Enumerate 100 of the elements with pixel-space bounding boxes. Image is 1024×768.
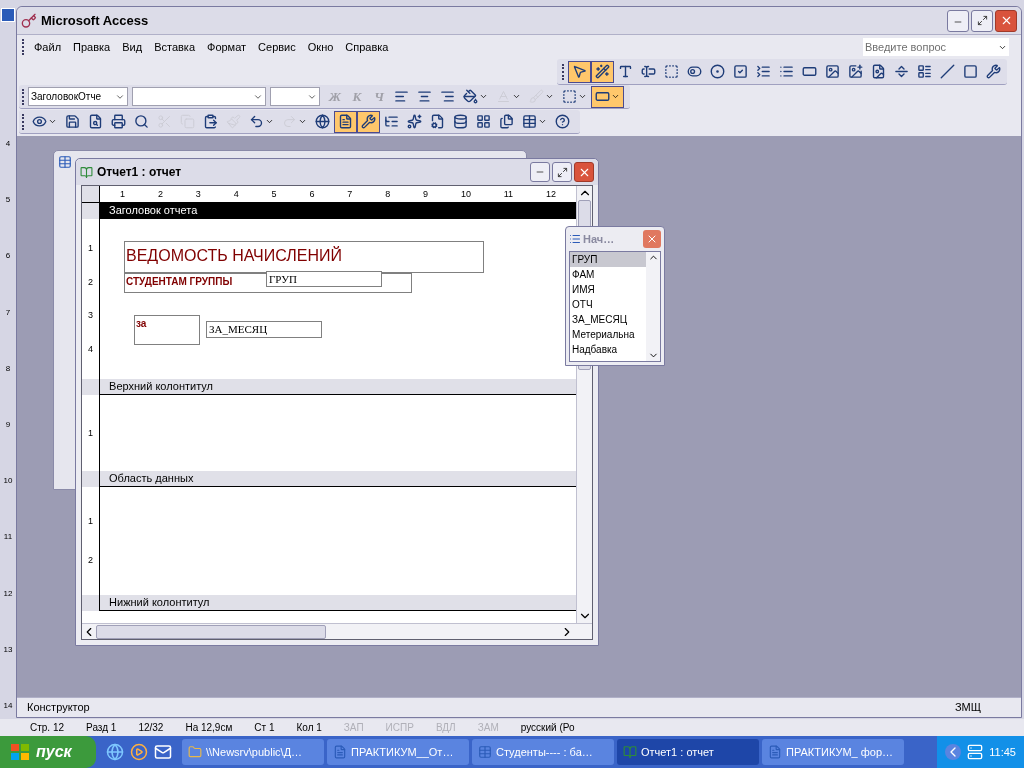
caret-icon [611,92,620,101]
mail-icon[interactable] [154,743,172,761]
menu-item[interactable]: Сервис [252,38,302,56]
toolbar-button[interactable] [591,60,614,83]
minimize-button[interactable] [530,162,550,182]
maximize-icon [556,166,568,178]
list-icon [779,64,794,79]
document-icon [333,745,347,759]
text-box-control[interactable]: ГРУП [266,271,382,287]
caret-icon [298,117,307,126]
field-item[interactable]: Надбавка [570,342,646,357]
globe-icon[interactable] [106,743,124,761]
field-item[interactable]: ЗА_МЕСЯЦ [570,312,646,327]
ruler-number: 1 [88,243,93,253]
vertical-scrollbar[interactable] [646,252,660,361]
status-text: На 12,9см [185,721,233,735]
caret-icon [48,117,57,126]
taskbar-button[interactable]: \\Newsrv\public\Д… [182,739,324,765]
ruler-number: 8 [4,364,12,373]
menu-item[interactable]: Файл [28,38,68,56]
section-selector[interactable] [82,203,100,219]
menu-item[interactable]: Справка [339,38,395,56]
taskbar-button[interactable]: ПРАКТИКУМ__От… [327,739,469,765]
window-title: Microsoft Access [41,11,150,30]
field-item[interactable]: ФАМ [570,267,646,282]
taskbar-button[interactable]: Студенты---- : ба… [472,739,614,765]
rectangle-icon [963,64,978,79]
taskbar-button[interactable]: ПРАКТИКУМ_ фор… [762,739,904,765]
horizontal-scrollbar[interactable] [82,623,592,639]
toolbar-button[interactable] [591,85,624,108]
maximize-icon [976,15,988,26]
close-button[interactable] [574,162,594,182]
caret-icon [512,92,521,101]
ruler-number: 11 [503,189,514,199]
letter-icon [618,64,633,79]
ruler-number: 4 [233,189,239,199]
book-icon [623,745,637,759]
play-icon[interactable] [130,743,148,761]
combo-box[interactable]: ЗаголовокОтче [28,87,128,106]
ruler-number: 10 [2,477,14,486]
field-item[interactable]: ГРУП [570,252,646,267]
maximize-button[interactable] [971,9,993,32]
windows-logo-icon [10,743,30,761]
ruler-number: 1 [120,189,125,199]
status-text: Конструктор [27,700,91,716]
section-title: Область данных [108,471,194,487]
ruler-number: 3 [195,189,201,199]
section-selector[interactable] [82,471,100,487]
help-field[interactable]: Введите вопрос [863,38,995,56]
ruler-number: 11 [2,533,14,542]
menu-item[interactable]: Формат [201,38,253,56]
status-text: ИСПР [385,721,414,735]
label-control[interactable]: за [134,315,200,345]
field-item[interactable]: ИМЯ [570,282,646,297]
caret-icon [545,92,554,101]
menu-item[interactable]: Правка [67,38,117,56]
taskbar-button[interactable]: Отчет1 : отчет [617,739,759,765]
image-plus-icon [848,64,863,79]
ruler-number: 7 [4,308,12,317]
section-bar[interactable]: Верхний колонтитул [100,379,576,395]
file-image-icon [871,64,886,79]
field-item[interactable]: ОТЧ [570,297,646,312]
rectangle-button-icon [802,64,817,79]
server-icon[interactable] [967,744,984,760]
status-text: Разд 1 [86,721,117,735]
start-button[interactable]: пуск [0,736,96,768]
clock: 11:45 [989,744,1016,760]
chevron-icon[interactable] [945,744,962,760]
dashed-square-icon [664,64,679,79]
section-bar[interactable]: Область данных [100,471,576,487]
menu-item[interactable]: Вставка [148,38,201,56]
section-bar[interactable]: Нижний колонтитул [100,595,576,611]
close-button[interactable] [643,230,661,248]
menu-item[interactable]: Вид [116,38,149,56]
radio-icon [710,64,725,79]
text-box-control[interactable]: ЗА_МЕСЯЦ [206,321,322,338]
section-selector[interactable] [82,595,100,611]
field-item[interactable]: Метериальна [570,327,646,342]
ruler-number: 4 [88,345,93,355]
ruler-number: 12 [2,589,14,598]
menu-item[interactable]: Окно [301,38,340,56]
section-title: Заголовок отчета [108,203,198,219]
maximize-button[interactable] [552,162,572,182]
section-selector[interactable] [82,379,100,395]
close-icon [646,233,658,245]
ruler-number: 2 [88,556,93,565]
ruler-number: 2 [88,277,93,287]
field-list-title: Нач… [583,231,616,247]
toolbar-button[interactable] [568,60,591,83]
minimize-button[interactable] [947,9,969,32]
caret-icon [479,92,488,101]
document-icon [768,745,782,759]
ruler-number: 9 [423,189,428,199]
section-bar[interactable]: Заголовок отчета [100,203,576,219]
close-button[interactable] [995,9,1017,32]
book-icon [80,165,93,179]
status-text: ЗАП [343,721,364,735]
section-title: Нижний колонтитул [108,595,210,611]
ruler-corner[interactable] [82,186,100,202]
ruler-number: 12 [545,189,556,199]
